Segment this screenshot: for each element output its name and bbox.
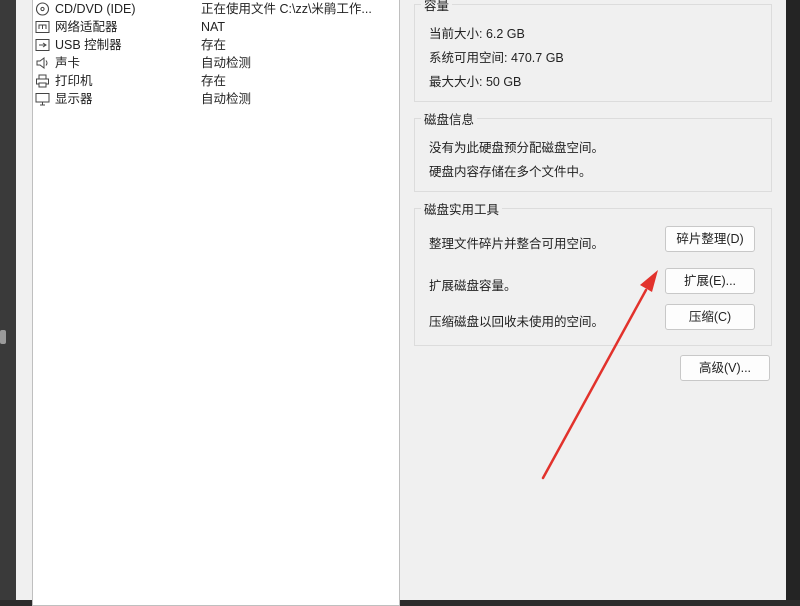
arrow-head	[640, 270, 658, 292]
arrow-shaft	[541, 288, 648, 480]
annotation-arrow	[541, 270, 658, 480]
